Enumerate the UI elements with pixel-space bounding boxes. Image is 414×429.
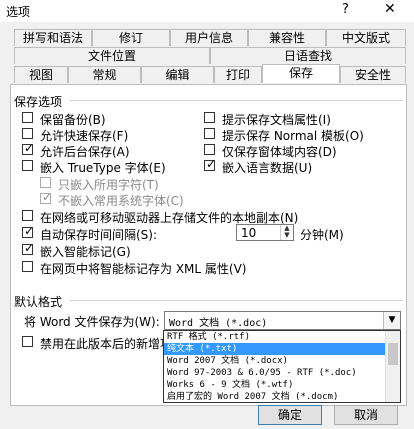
default-format-group-label: 默认格式 (14, 295, 63, 309)
save-options-group-label: 保存选项 (14, 95, 63, 109)
prompt-normal-template-label: 提示保存 Normal 模板(O) (222, 129, 364, 143)
smart-tags-xml-label: 在网页中将智能标记存为 XML 属性(V) (40, 262, 247, 276)
tab-track-changes[interactable]: 修订 (92, 29, 170, 46)
format-option[interactable]: Word 97-2003 & 6.0/95 - RTF (*.doc) (164, 367, 389, 379)
tab-general[interactable]: 常规 (68, 66, 141, 83)
checkbox-box[interactable] (22, 128, 33, 139)
background-save-label: 允许后台保存(A) (40, 145, 130, 159)
tab-japanese-find[interactable]: 日语查找 (210, 47, 406, 64)
backup-label: 保留备份(B) (40, 113, 106, 127)
checkbox-box[interactable] (40, 177, 51, 188)
embed-truetype-label: 嵌入 TrueType 字体(E) (40, 161, 166, 175)
dialog-title: 选项 (6, 5, 31, 19)
tab-compatibility[interactable]: 兼容性 (248, 29, 326, 46)
title-bar: 选项 ? ✕ (0, 0, 414, 22)
default-format-divider (70, 300, 403, 301)
smart-tags-label: 嵌入智能标记(G) (40, 245, 131, 259)
format-option[interactable]: Works 6 - 9 文档 (*.wtf) (164, 379, 389, 391)
scrollbar-thumb[interactable] (388, 343, 398, 365)
spinner-arrows-icon[interactable]: ▲ ▼ (280, 225, 293, 240)
tab-chinese-typography[interactable]: 中文版式 (326, 29, 406, 46)
tab-row-3: 视图 常规 编辑 打印 保存 安全性 (14, 64, 406, 84)
tab-view[interactable]: 视图 (14, 66, 68, 83)
cancel-button[interactable]: 取消 (334, 405, 398, 425)
chevron-down-icon[interactable]: ▼ (383, 312, 400, 329)
check-icon: ✓ (24, 141, 35, 155)
checkbox-box[interactable] (22, 336, 33, 347)
save-as-label: 将 Word 文件保存为(W): (24, 315, 160, 329)
dropdown-scrollbar[interactable] (385, 331, 400, 402)
tab-edit[interactable]: 编辑 (141, 66, 214, 83)
checkbox-box[interactable] (22, 261, 33, 272)
checkbox-box[interactable] (204, 144, 215, 155)
tab-file-locations[interactable]: 文件位置 (14, 47, 210, 64)
tab-row-1: 拼写和语法 修订 用户信息 兼容性 中文版式 (14, 29, 406, 47)
options-dialog: 选项 ? ✕ 拼写和语法 修订 用户信息 兼容性 中文版式 文件位置 日语查找 … (0, 0, 414, 429)
close-button[interactable]: ✕ (384, 1, 396, 17)
format-option[interactable]: 启用了宏的 Word 2007 文档 (*.docm) (164, 391, 389, 402)
checkbox-box[interactable]: ✓ (204, 157, 217, 171)
tab-spelling-grammar[interactable]: 拼写和语法 (14, 29, 92, 46)
check-icon: ✓ (206, 157, 217, 171)
autosave-interval-value[interactable]: 10 (241, 226, 256, 240)
tab-print[interactable]: 打印 (214, 66, 262, 83)
save-format-dropdown-list[interactable]: RTF 格式 (*.rtf) 纯文本 (*.txt) Word 2007 文档 … (163, 330, 401, 403)
checkbox-box[interactable] (22, 210, 33, 221)
checkbox-box[interactable] (22, 112, 33, 123)
save-options-divider (70, 100, 403, 101)
autosave-unit-label: 分钟(M) (300, 228, 344, 242)
prompt-doc-properties-label: 提示保存文档属性(I) (222, 113, 331, 127)
tab-user-info[interactable]: 用户信息 (170, 29, 248, 46)
checkbox-box[interactable]: ✓ (22, 141, 35, 155)
embed-used-chars-label: 只嵌入所用字符(T) (58, 178, 159, 192)
autosave-interval-spinner[interactable]: 10 ▲ ▼ (236, 224, 294, 241)
checkbox-box[interactable] (22, 160, 33, 171)
format-option-highlighted[interactable]: 纯文本 (*.txt) (164, 343, 389, 355)
tab-security[interactable]: 安全性 (340, 66, 406, 83)
format-option[interactable]: Word 2007 文档 (*.docx) (164, 355, 389, 367)
check-icon: ✓ (24, 224, 35, 238)
no-embed-common-fonts-label: 不嵌入常用系统字体(C) (58, 194, 184, 208)
save-format-select[interactable]: Word 文档 (*.doc) ▼ (164, 311, 401, 330)
ok-button[interactable]: 确定 (258, 405, 322, 425)
form-data-only-label: 仅保存窗体域内容(D) (222, 145, 337, 159)
help-button[interactable]: ? (342, 2, 349, 17)
checkbox-box[interactable] (204, 112, 215, 123)
embed-language-data-label: 嵌入语言数据(U) (222, 161, 313, 175)
checkbox-box[interactable] (204, 128, 215, 139)
checkbox-box[interactable]: ✓ (22, 224, 35, 238)
save-format-selected-value: Word 文档 (*.doc) (169, 318, 268, 329)
fast-save-label: 允许快速保存(F) (40, 129, 129, 143)
checkbox-box[interactable]: ✓ (22, 241, 35, 255)
check-icon: ✓ (42, 190, 53, 204)
autosave-label: 自动保存时间间隔(S): (40, 228, 158, 242)
tab-save[interactable]: 保存 (262, 64, 340, 83)
checkbox-box[interactable]: ✓ (40, 190, 53, 204)
disable-new-features-label: 禁用在此版本后的新增功 (40, 337, 173, 351)
check-icon: ✓ (24, 241, 35, 255)
tab-row-2: 文件位置 日语查找 (14, 47, 406, 65)
format-option[interactable]: RTF 格式 (*.rtf) (164, 331, 389, 343)
